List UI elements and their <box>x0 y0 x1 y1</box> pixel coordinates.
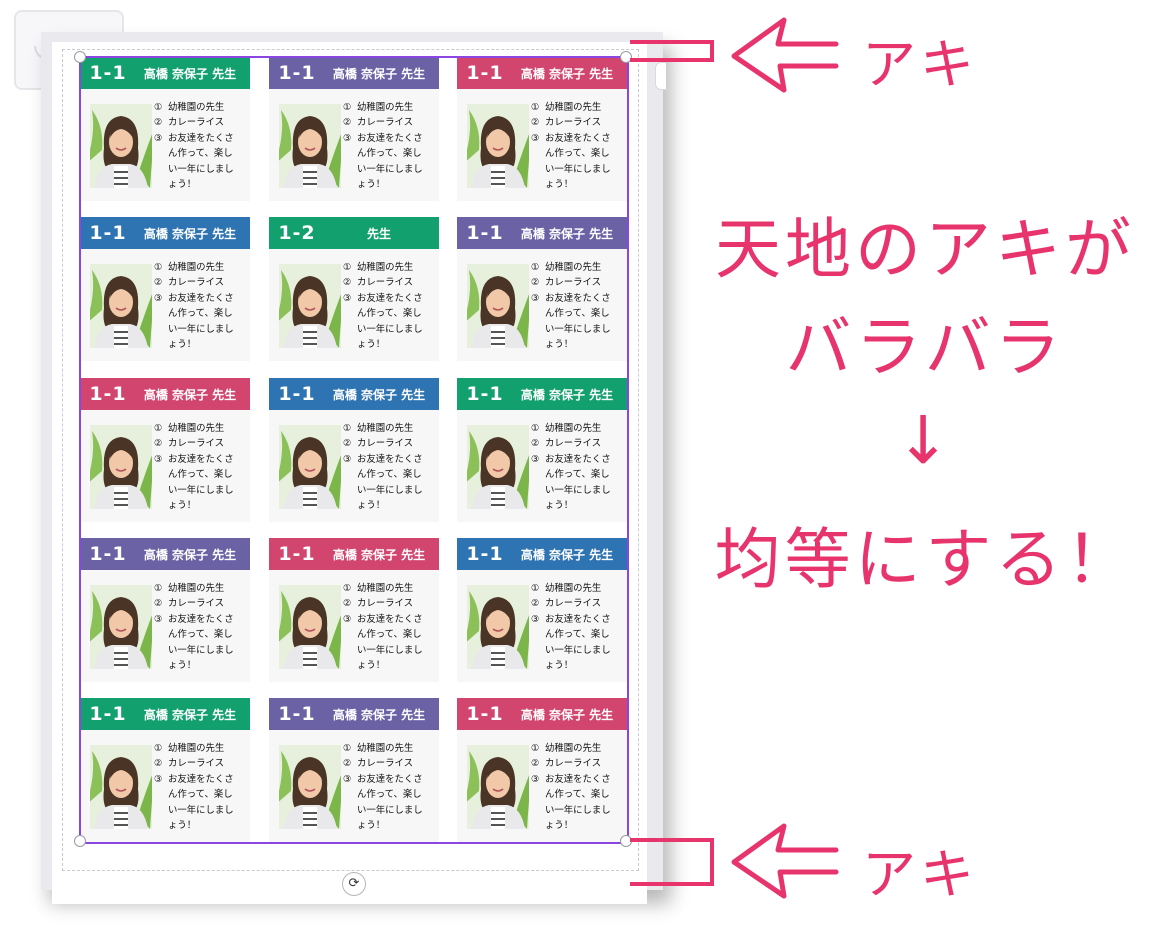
selection-box[interactable] <box>79 56 629 844</box>
down-arrow-icon: ↓ <box>895 402 955 479</box>
top-gap-bracket <box>630 40 714 62</box>
bottom-gap-bracket <box>630 838 714 886</box>
scroll-handle[interactable] <box>655 62 666 90</box>
top-gap-label: アキ <box>862 33 978 96</box>
note-line-1: 天地のアキが <box>715 211 1135 288</box>
editor-canvas[interactable]: 1-1 高橋 奈保子 先生 ① 幼稚園の先生 ② カレーライス ③ お友達をたくさ ん作って、楽… <box>41 32 666 904</box>
document-page[interactable]: 1-1 高橋 奈保子 先生 ① 幼稚園の先生 ② カレーライス ③ お友達をたくさ ん作って、楽… <box>52 42 647 904</box>
left-arrow-icon <box>731 823 839 899</box>
note-line-2: バラバラ <box>785 309 1065 386</box>
resize-handle-top-left[interactable] <box>74 51 86 63</box>
resize-handle-bottom-left[interactable] <box>74 835 86 847</box>
rotate-icon[interactable]: ⟳ <box>342 872 366 896</box>
note-line-3: 均等にする！ <box>714 521 1136 598</box>
bottom-gap-label: アキ <box>862 843 978 906</box>
left-arrow-icon <box>731 17 839 93</box>
